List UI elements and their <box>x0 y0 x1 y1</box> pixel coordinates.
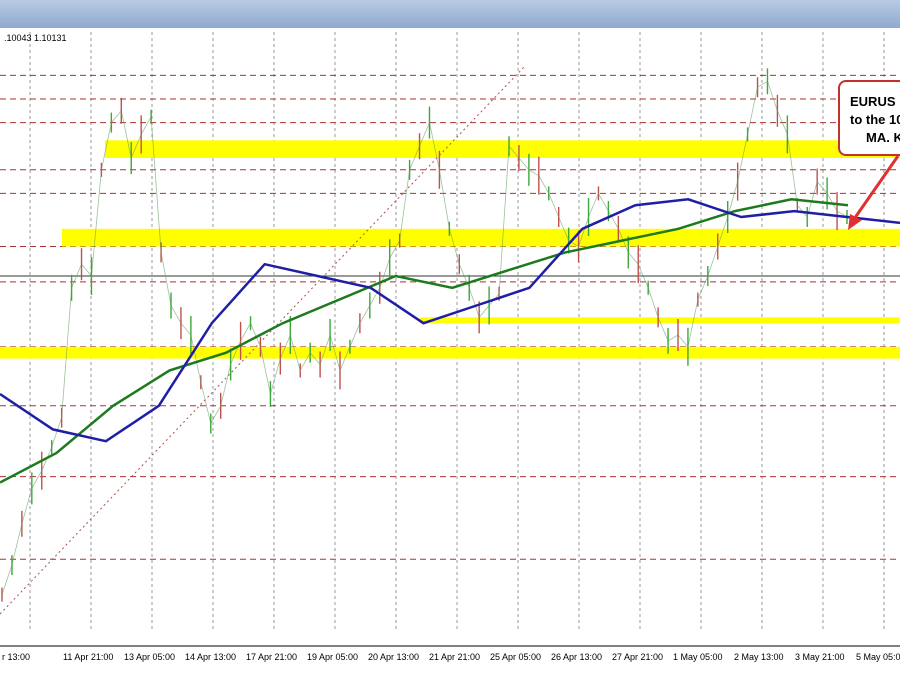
x-tick-label: 25 Apr 05:00 <box>490 652 541 662</box>
x-tick-label: 3 May 21:00 <box>795 652 845 662</box>
x-tick-label: 17 Apr 21:00 <box>246 652 297 662</box>
arrow-line <box>850 155 900 223</box>
sr-zone <box>0 346 900 359</box>
callout-line-3: MA. K <box>866 130 900 145</box>
x-tick-label: 11 Apr 21:00 <box>63 652 113 662</box>
x-tick-label: 20 Apr 13:00 <box>368 652 419 662</box>
ohlc-readout: .10043 1.10131 <box>4 33 67 43</box>
chart-window: r 13:00 11 Apr 21:00 13 Apr 05:00 14 Apr 13… <box>0 0 900 674</box>
x-tick-label: 14 Apr 13:00 <box>185 652 236 662</box>
callout-line-2: to the 10 <box>850 112 900 127</box>
sr-zone <box>62 228 900 247</box>
sr-zone <box>105 140 900 158</box>
x-tick-label: 13 Apr 05:00 <box>124 652 175 662</box>
x-tick-label: 26 Apr 13:00 <box>551 652 602 662</box>
annotation-callout: EURUS to the 10 MA. K <box>838 80 900 156</box>
x-tick-label: 19 Apr 05:00 <box>307 652 358 662</box>
price-chart[interactable]: r 13:00 11 Apr 21:00 13 Apr 05:00 14 Apr 13… <box>0 0 900 674</box>
callout-line-1: EURUS <box>850 94 896 109</box>
x-tick-label: 21 Apr 21:00 <box>429 652 480 662</box>
x-tick-label: 2 May 13:00 <box>734 652 784 662</box>
x-tick-label: r 13:00 <box>2 652 30 662</box>
x-tick-label: 27 Apr 21:00 <box>612 652 663 662</box>
x-tick-label: 1 May 05:00 <box>673 652 723 662</box>
price-line <box>1 80 848 595</box>
x-tick-label: 5 May 05:00 <box>856 652 900 662</box>
